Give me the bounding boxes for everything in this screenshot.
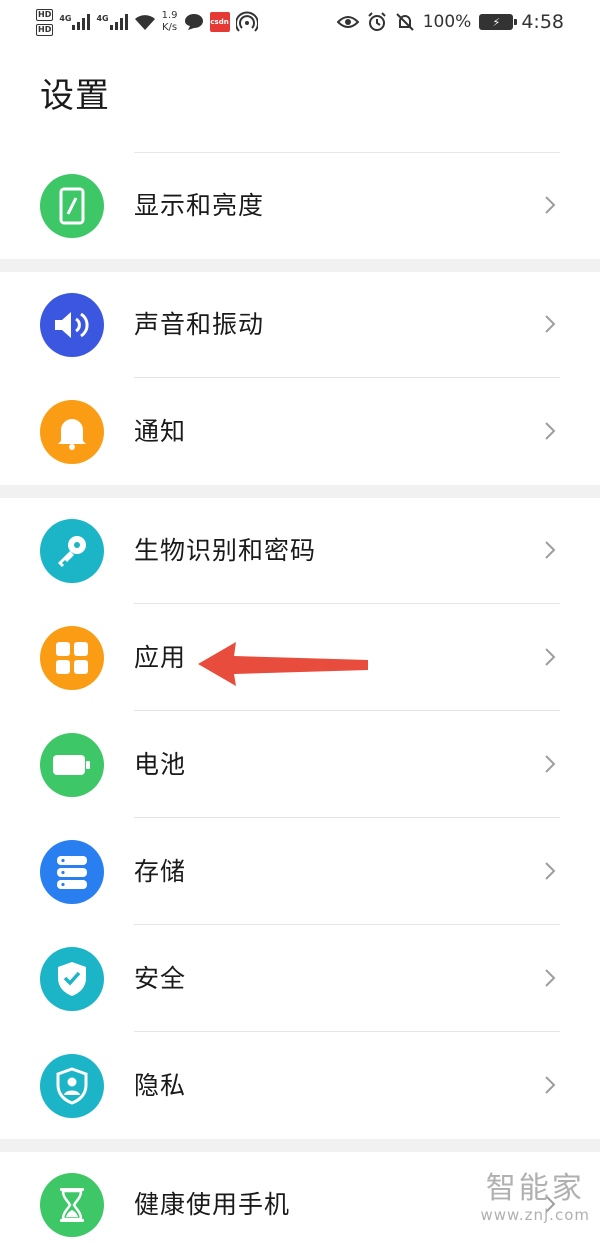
status-bar: HD HD 4G 4G 1.9 K/s csdn 100% ⚡ 4:58 [0, 0, 600, 44]
hd-badge-top: HD [36, 8, 54, 21]
chevron-right-icon [545, 648, 556, 666]
item-icon-bg [40, 840, 104, 904]
phone-brightness-icon [59, 187, 85, 225]
network-type-2: 4G [96, 14, 109, 23]
row-divider [134, 817, 560, 818]
watermark-url: www.znj.com [480, 1206, 590, 1224]
chevron-right-icon [545, 1076, 556, 1094]
signal-bars-icon [72, 14, 91, 30]
settings-item-label: 显示和亮度 [134, 191, 265, 220]
row-divider [134, 710, 560, 711]
settings-item-label: 隐私 [134, 1071, 187, 1100]
item-icon-bg [40, 1173, 104, 1237]
group-separator [0, 485, 600, 498]
network-speed-unit: K/s [162, 22, 178, 33]
settings-item-biometrics-password[interactable]: 生物识别和密码 [0, 498, 600, 604]
silent-bell-icon [396, 13, 414, 31]
page-title: 设置 [40, 76, 110, 116]
shield-check-icon [58, 962, 86, 996]
settings-item-label: 电池 [134, 750, 187, 779]
settings-item-privacy[interactable]: 隐私 [0, 1033, 600, 1139]
cell-signal-2: 4G [96, 14, 128, 30]
settings-item-battery[interactable]: 电池 [0, 712, 600, 818]
chevron-right-icon [545, 422, 556, 440]
settings-item-storage[interactable]: 存储 [0, 819, 600, 925]
chevron-right-icon [545, 196, 556, 214]
message-bubble-icon [184, 14, 203, 30]
item-icon-bg [40, 519, 104, 583]
row-divider [134, 924, 560, 925]
battery-percent: 100% [422, 12, 472, 32]
settings-item-sound-vibration[interactable]: 声音和振动 [0, 272, 600, 378]
item-icon-bg [40, 174, 104, 238]
network-speed-value: 1.9 [161, 10, 178, 21]
apps-grid-icon [56, 642, 88, 674]
hd-badge-bottom: HD [36, 23, 54, 36]
hd-indicator: HD HD [36, 8, 54, 36]
signal-bars-icon [109, 14, 128, 30]
status-bar-right: 100% ⚡ 4:58 [336, 6, 564, 38]
row-divider [134, 377, 560, 378]
chevron-right-icon [545, 862, 556, 880]
settings-item-label: 存储 [134, 857, 187, 886]
hotspot-icon [235, 11, 258, 32]
item-icon-bg [40, 626, 104, 690]
eye-comfort-icon [336, 16, 359, 28]
clock-time: 4:58 [521, 11, 564, 33]
settings-item-label: 声音和振动 [134, 310, 265, 339]
battery-charging-icon: ⚡ [479, 14, 518, 30]
item-icon-bg [40, 733, 104, 797]
csdn-notification-icon: csdn [209, 12, 230, 32]
settings-item-label: 通知 [134, 417, 187, 446]
settings-item-label: 健康使用手机 [134, 1190, 291, 1219]
item-icon-bg [40, 947, 104, 1011]
settings-item-label: 应用 [134, 643, 187, 672]
battery-icon [53, 755, 90, 775]
group-separator [0, 1139, 600, 1152]
alarm-icon [368, 12, 386, 31]
row-divider [134, 1031, 560, 1032]
group-separator [0, 259, 600, 272]
privacy-shield-icon [56, 1067, 88, 1105]
row-divider [134, 603, 560, 604]
chevron-right-icon [545, 315, 556, 333]
chevron-right-icon [545, 755, 556, 773]
settings-item-label: 生物识别和密码 [134, 536, 317, 565]
wifi-icon [134, 15, 155, 30]
cell-signal-1: 4G [59, 14, 91, 30]
watermark: 智能家 www.znj.com [480, 1171, 590, 1225]
annotation-arrow-icon [198, 642, 368, 686]
settings-item-notifications[interactable]: 通知 [0, 379, 600, 485]
storage-icon [57, 856, 87, 889]
status-bar-left: HD HD 4G 4G 1.9 K/s csdn [36, 6, 258, 38]
settings-item-security[interactable]: 安全 [0, 926, 600, 1032]
key-icon [58, 536, 86, 567]
bell-icon [58, 419, 86, 450]
item-icon-bg [40, 400, 104, 464]
item-icon-bg [40, 293, 104, 357]
settings-item-label: 安全 [134, 964, 187, 993]
watermark-brand: 智能家 [485, 1171, 585, 1206]
item-icon-bg [40, 1054, 104, 1118]
chevron-right-icon [545, 969, 556, 987]
hourglass-icon [60, 1188, 84, 1222]
network-type-1: 4G [59, 14, 72, 23]
network-speed: 1.9 K/s [162, 10, 178, 34]
chevron-right-icon [545, 541, 556, 559]
speaker-icon [55, 312, 89, 338]
settings-item-display-brightness[interactable]: 显示和亮度 [0, 153, 600, 259]
